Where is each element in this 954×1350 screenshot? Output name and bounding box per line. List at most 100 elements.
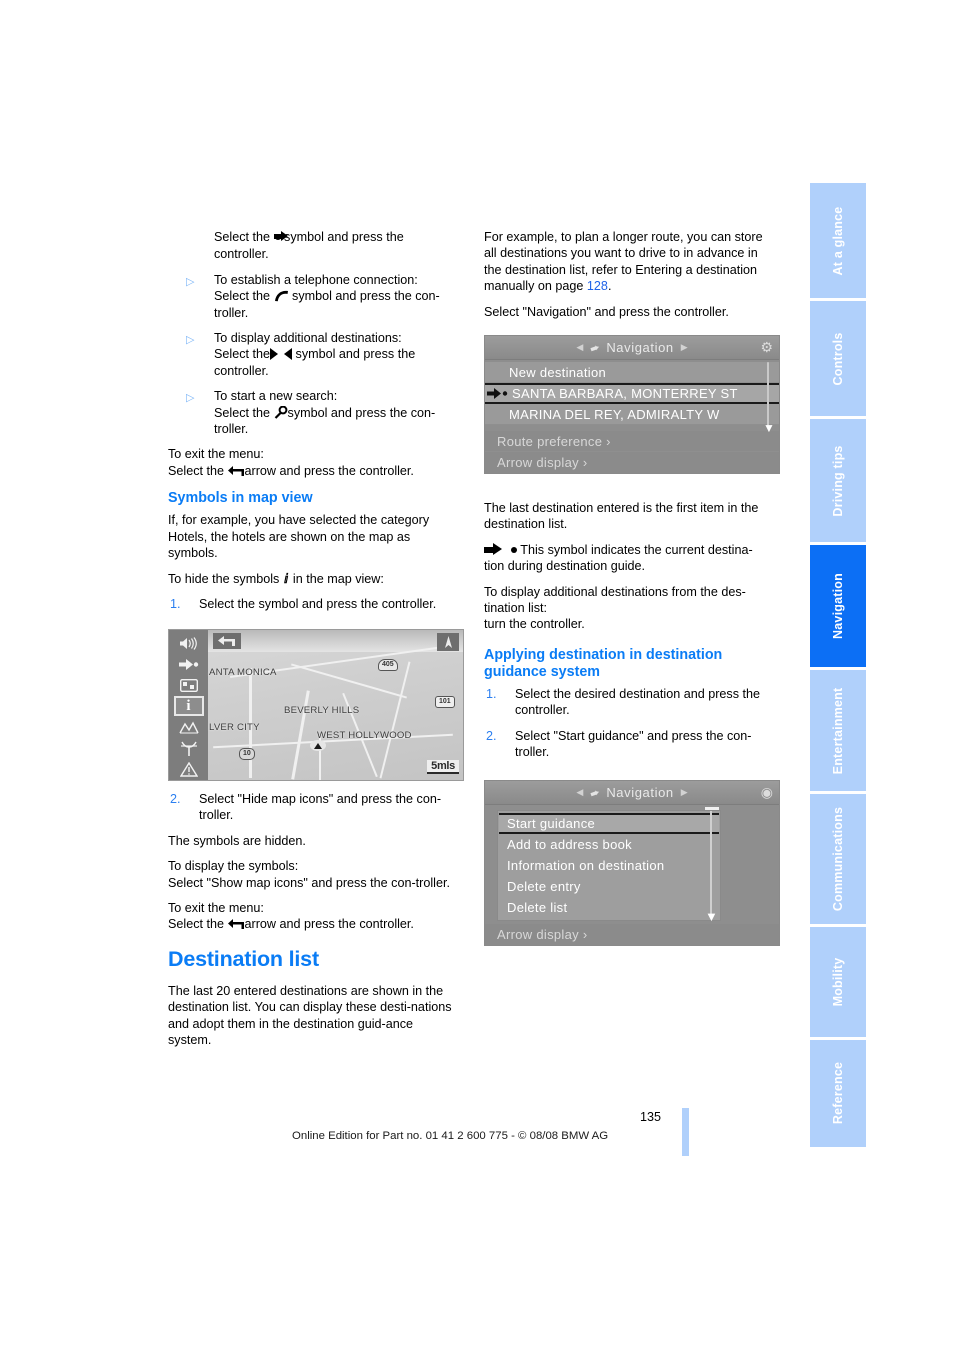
step-number: 2. xyxy=(170,792,181,806)
display-more-line2: turn the controller. xyxy=(484,617,585,632)
bullet-body-end: troller. xyxy=(214,305,249,320)
sidebar-tab-controls[interactable]: Controls xyxy=(810,301,866,417)
idrive-title: Navigation xyxy=(606,785,674,800)
bullet-title: To display additional destinations: xyxy=(214,331,402,346)
bullet-body-pre: Select the xyxy=(214,289,271,304)
idrive-row-label: Information on destination xyxy=(507,858,665,873)
sidebar-tab-mobility[interactable]: Mobility xyxy=(810,927,866,1037)
idrive-row-arrow-display[interactable]: Arrow display › xyxy=(485,452,779,473)
idrive-row-arrow-display[interactable]: Arrow display › xyxy=(485,924,779,945)
sidebar-tab-label: At a glance xyxy=(831,206,845,276)
sidebar-tab-label: Communications xyxy=(831,807,845,912)
step-text: Select "Hide map icons" and press the co… xyxy=(199,792,442,823)
idrive-row-label: Delete entry xyxy=(507,879,581,894)
page-reference-link[interactable]: 128 xyxy=(587,279,608,293)
idrive-title: Navigation xyxy=(606,340,674,355)
hide-symbols-pre: To hide the symbols xyxy=(168,571,280,586)
magnifier-icon xyxy=(274,405,288,419)
map-vehicle-marker xyxy=(310,740,326,751)
bullet-body-pre: Select the xyxy=(214,405,271,420)
sidebar-tab-at-a-glance[interactable]: At a glance xyxy=(810,183,866,299)
sidebar-tab-driving-tips[interactable]: Driving tips xyxy=(810,419,866,543)
exit-menu-b-line1: To exit the menu: xyxy=(168,901,264,916)
page-number: 135 xyxy=(640,1110,662,1124)
sidebar-tab-navigation[interactable]: Navigation xyxy=(810,545,866,668)
map-road-shield: 10 xyxy=(239,748,255,760)
split-screen-icon[interactable] xyxy=(174,675,204,695)
chevron-right-icon[interactable]: ▶ xyxy=(681,787,688,798)
info-icon[interactable]: i xyxy=(173,696,204,716)
select-navigation-paragraph: Select "Navigation" and press the contro… xyxy=(484,304,729,319)
last-destination-paragraph: The last destination entered is the firs… xyxy=(484,501,759,532)
exit-menu-paragraph: To exit the menu: Select the arrow and p… xyxy=(168,446,456,479)
step-text: Select the symbol and press the controll… xyxy=(199,596,437,611)
map-place-label: WEST HOLLYWOOD xyxy=(317,730,412,741)
edition-footer-text: Online Edition for Part no. 01 41 2 600 … xyxy=(292,1130,609,1142)
phone-handset-icon xyxy=(274,290,289,302)
intro-text-b: symbol and press the xyxy=(284,230,404,244)
compass-north-icon[interactable] xyxy=(437,633,459,651)
display-symbols-line1: To display the symbols: xyxy=(168,859,299,874)
step-2-hide-map-icons: 2. Select "Hide map icons" and press the… xyxy=(168,791,456,824)
navigation-map-view-screenshot: i 405 101 10 ANTA MONICA BEVERLY HILLS L… xyxy=(168,629,464,781)
settings-gear-icon[interactable]: ⚙ xyxy=(760,339,773,356)
idrive-row-label: SANTA BARBARA, MONTERREY ST xyxy=(512,386,738,401)
display-symbols-line2: Select "Show map icons" and press the co… xyxy=(168,875,450,890)
idrive-row-route-preference[interactable]: Route preference › xyxy=(485,431,779,452)
speaker-volume-icon[interactable] xyxy=(174,633,204,653)
idrive-row-label: New destination xyxy=(509,364,606,380)
idrive-title-bar: ◀ ➨ Navigation ▶ ◉ xyxy=(485,781,779,805)
destination-arrow-icon[interactable] xyxy=(174,654,204,674)
warning-triangle-icon[interactable] xyxy=(174,759,204,779)
intersection-icon[interactable] xyxy=(174,738,204,758)
idrive-row-label: Start guidance xyxy=(507,816,596,831)
exit-menu-line1: To exit the menu: xyxy=(168,447,264,462)
sidebar-tab-reference[interactable]: Reference xyxy=(810,1039,866,1147)
bullet-body-pre: Select the xyxy=(214,347,271,362)
chevron-down-icon[interactable]: ▼ xyxy=(705,910,718,923)
map-place-label: LVER CITY xyxy=(209,722,260,733)
intro-text-a: Select the xyxy=(214,230,271,244)
bullet-title: To establish a telephone connection: xyxy=(214,272,418,287)
triangle-bullet-icon: ▷ xyxy=(186,392,195,405)
step-number: 1. xyxy=(486,686,497,701)
sidebar-tab-communications[interactable]: Communications xyxy=(810,794,866,925)
map-back-button[interactable] xyxy=(213,633,241,649)
chevron-down-icon[interactable]: ▼ xyxy=(763,422,775,434)
navigation-arrow-icon: ➨ xyxy=(588,339,603,356)
right-text-column-mid: The last destination entered is the firs… xyxy=(484,500,772,769)
idrive-row-santa-barbara[interactable]: SANTA BARBARA, MONTERREY ST xyxy=(485,383,779,404)
bullet-telephone-connection: ▷ To establish a telephone connection: S… xyxy=(168,272,456,321)
sidebar-tab-label: Reference xyxy=(831,1062,845,1125)
idrive-row-information-destination[interactable]: Information on destination xyxy=(499,855,719,876)
right-text-column: For example, to plan a longer route, you… xyxy=(484,229,772,329)
hide-symbols-paragraph: To hide the symbols ⅈ in the map view: xyxy=(168,571,456,587)
chapter-tab-sidebar: At a glance Controls Driving tips Naviga… xyxy=(810,183,866,1150)
info-icon: ⅈ xyxy=(283,570,289,586)
hide-symbols-post: in the map view: xyxy=(292,571,384,586)
idrive-scrollbar[interactable]: ▼ xyxy=(705,807,719,929)
idrive-scrollbar[interactable]: ▼ xyxy=(763,362,775,436)
route-icon[interactable] xyxy=(174,717,204,737)
settings-gear-icon[interactable]: ◉ xyxy=(761,784,773,801)
chevron-right-icon[interactable]: ▶ xyxy=(681,342,688,353)
idrive-row-new-destination[interactable]: New destination xyxy=(485,362,779,383)
sidebar-tab-label: Controls xyxy=(831,332,845,386)
step-1-select-symbol: 1. Select the symbol and press the contr… xyxy=(168,596,456,612)
idrive-row-delete-list[interactable]: Delete list xyxy=(499,897,719,918)
idrive-row-start-guidance[interactable]: Start guidance xyxy=(499,813,719,834)
idrive-row-add-address-book[interactable]: Add to address book xyxy=(499,834,719,855)
chevron-left-icon[interactable]: ◀ xyxy=(576,787,583,798)
sidebar-tab-label: Driving tips xyxy=(831,445,845,517)
chevron-left-icon[interactable]: ◀ xyxy=(576,342,583,353)
idrive-menu-list: Start guidance Add to address book Infor… xyxy=(485,805,779,945)
right-intro-period: . xyxy=(607,279,612,294)
sidebar-tab-label: Entertainment xyxy=(831,687,845,775)
idrive-row-delete-entry[interactable]: Delete entry xyxy=(499,876,719,897)
exit-menu-b-line2-pre: Select the xyxy=(168,917,225,932)
page-number-bar xyxy=(682,1108,689,1156)
idrive-row-label: Delete list xyxy=(507,900,568,915)
idrive-row-marina-del-rey[interactable]: MARINA DEL REY, ADMIRALTY W xyxy=(485,404,779,425)
sidebar-tab-entertainment[interactable]: Entertainment xyxy=(810,670,866,792)
navigation-destination-list-screenshot: ◀ ➨ Navigation ▶ ⚙ New destination SANTA… xyxy=(484,335,780,474)
